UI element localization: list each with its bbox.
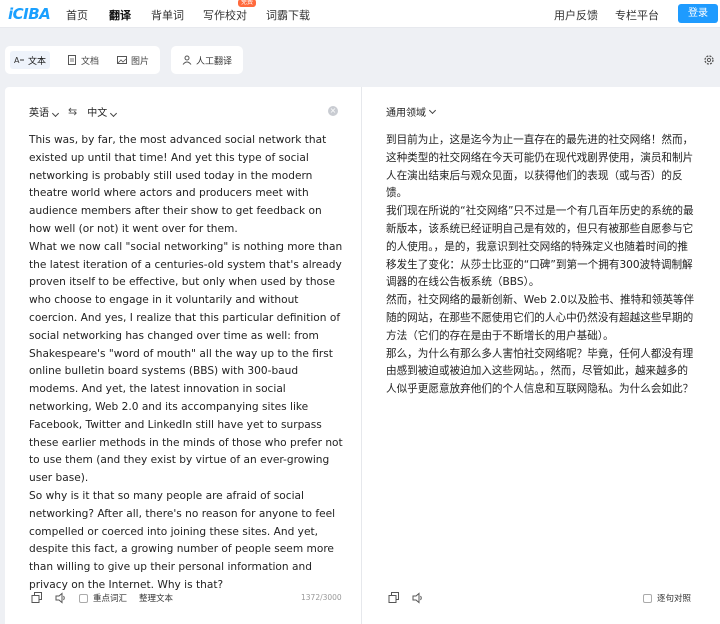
compare-toggle[interactable]: 逐句对照 [643, 590, 691, 606]
source-panel: 英语 ⇆ 中文 × This was, by far, the most adv… [5, 87, 361, 624]
chevron-down-icon [110, 109, 118, 118]
key-vocab-label: 重点词汇 [93, 594, 128, 604]
source-paragraph: So why is it that so many people are afr… [29, 489, 336, 591]
person-icon [182, 55, 192, 65]
source-paragraph: What we now call "social networking" is … [29, 240, 343, 485]
human-translate-button[interactable]: 人工翻译 [171, 46, 243, 74]
domain-label: 通用领域 [386, 108, 426, 119]
compare-label: 逐句对照 [657, 594, 692, 604]
top-nav: iCIBA 首页 翻译 背单词 写作校对 免费 词霸下载 用户反馈 专栏平台 登… [0, 0, 720, 28]
mode-image-label: 图片 [131, 56, 150, 67]
nav-feedback[interactable]: 用户反馈 [554, 7, 598, 23]
swap-languages-icon[interactable]: ⇆ [68, 105, 77, 118]
target-paragraph: 然而，社交网络的最新创新、Web 2.0以及脸书、推特和领英等伴随的网站，在那些… [386, 294, 695, 342]
nav-home[interactable]: 首页 [66, 7, 88, 23]
mode-doc-label: 文档 [81, 56, 100, 67]
translation-output: 到目前为止，这是迄今为止一直存在的最先进的社交网络！然而，这种类型的社交网络在今… [386, 132, 698, 399]
domain-selector[interactable]: 通用领域 [386, 104, 437, 119]
speaker-icon[interactable] [55, 592, 67, 604]
speaker-icon[interactable] [412, 592, 424, 604]
document-icon [68, 55, 76, 65]
mode-doc-button[interactable]: 文档 [63, 51, 103, 69]
mode-image-button[interactable]: 图片 [113, 51, 153, 69]
settings-icon[interactable] [703, 54, 715, 66]
source-language-select[interactable]: 英语 [29, 104, 60, 119]
chevron-down-icon [428, 106, 437, 114]
mode-group: A 文本 文档 图片 [5, 46, 160, 74]
svg-text:A: A [14, 56, 20, 65]
source-paragraph: This was, by far, the most advanced soci… [29, 134, 327, 235]
source-actions: 重点词汇 整理文本 [31, 590, 173, 606]
source-textarea[interactable]: This was, by far, the most advanced soci… [29, 132, 345, 595]
image-icon [117, 56, 127, 64]
target-language-label: 中文 [87, 108, 108, 119]
clear-icon[interactable]: × [328, 106, 338, 116]
logo[interactable]: iCIBA [8, 5, 51, 23]
mode-text-button[interactable]: A 文本 [10, 51, 51, 69]
target-language-select[interactable]: 中文 [87, 104, 118, 119]
copy-icon[interactable] [31, 592, 43, 604]
mode-text-label: 文本 [28, 56, 47, 67]
text-icon: A [14, 56, 24, 65]
nav-writing[interactable]: 写作校对 [203, 7, 247, 23]
login-button[interactable]: 登录 [678, 4, 718, 23]
source-language-label: 英语 [29, 108, 49, 119]
target-panel: 通用领域 到目前为止，这是迄今为止一直存在的最先进的社交网络！然而，这种类型的社… [361, 87, 720, 624]
language-selector: 英语 ⇆ 中文 [29, 104, 118, 119]
free-badge: 免费 [238, 0, 257, 7]
key-vocab-checkbox[interactable] [79, 593, 88, 603]
nav-pro[interactable]: 专栏平台 [615, 7, 659, 23]
nav-translate[interactable]: 翻译 [109, 7, 131, 23]
organize-text-button[interactable]: 整理文本 [139, 592, 173, 604]
target-paragraph: 那么，为什么有那么多人害怕社交网络呢？毕竟，任何人都没有理由感到被迫或被迫加入这… [386, 347, 694, 396]
copy-icon[interactable] [388, 592, 400, 604]
target-actions [388, 590, 424, 606]
char-counter: 1372/3000 [301, 593, 342, 602]
target-paragraph: 到目前为止，这是迄今为止一直存在的最先进的社交网络！然而，这种类型的社交网络在今… [386, 134, 694, 200]
chevron-down-icon [51, 109, 60, 118]
mode-toolbar: A 文本 文档 图片 人工翻译 [0, 44, 720, 78]
target-paragraph: 我们现在所说的“社交网络”只不过是一个有几百年历史的系统的最新版本，该系统已经证… [386, 205, 694, 289]
compare-checkbox[interactable] [643, 593, 652, 603]
nav-vocab[interactable]: 背单词 [151, 7, 184, 23]
human-translate-label: 人工翻译 [195, 56, 232, 67]
nav-download[interactable]: 词霸下载 [266, 7, 310, 23]
